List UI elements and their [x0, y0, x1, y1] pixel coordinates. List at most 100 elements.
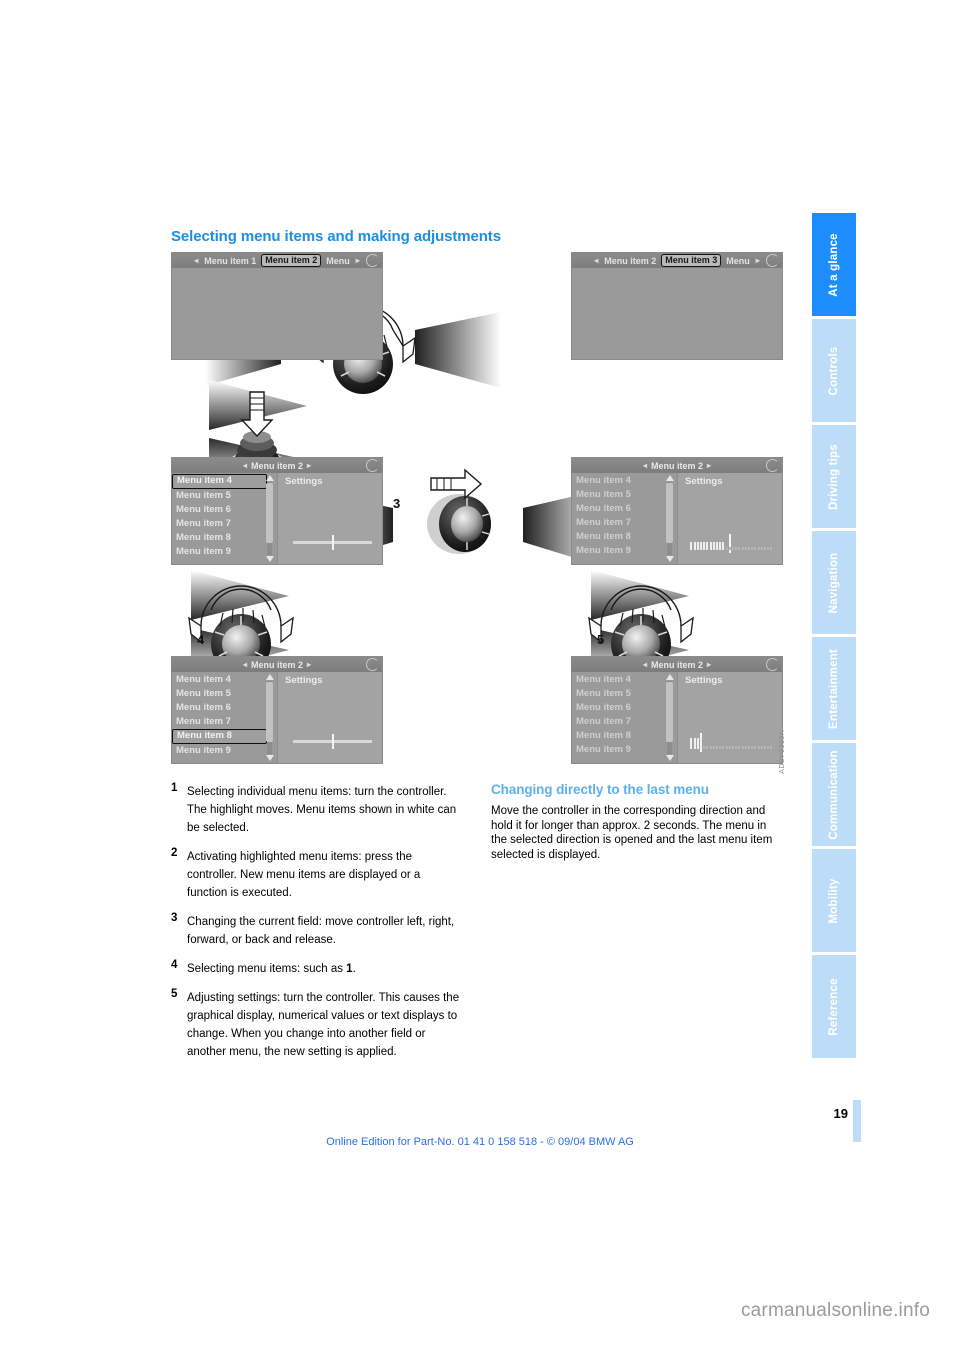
list-item[interactable]: Menu item 5 — [172, 489, 277, 503]
column-left: 1 Selecting individual menu items: turn … — [171, 782, 463, 1071]
sidebar-item-mobility[interactable]: Mobility — [812, 849, 856, 952]
next-icon[interactable]: ▸ — [703, 660, 715, 669]
sidebar-item-at-a-glance[interactable]: At a glance — [812, 213, 856, 316]
tab-prev-icon[interactable]: ◂ — [190, 256, 202, 265]
list-item[interactable]: Menu item 4 — [572, 474, 677, 488]
settings-slider[interactable] — [292, 734, 372, 749]
scroll-up-icon[interactable] — [266, 674, 274, 680]
scroll-down-icon[interactable] — [266, 556, 274, 562]
list-item[interactable]: Menu item 5 — [572, 687, 677, 701]
scroll-up-icon[interactable] — [666, 475, 674, 481]
tab-label-selected[interactable]: Menu item 2 — [261, 254, 322, 267]
tab-label-selected[interactable]: Menu item 3 — [661, 254, 722, 267]
scrollbar-thumb[interactable] — [666, 483, 673, 543]
step-text-after: . — [352, 963, 356, 975]
bar-graph-segment — [696, 738, 699, 749]
settings-slider[interactable] — [292, 535, 372, 550]
scroll-down-icon[interactable] — [666, 755, 674, 761]
scroll-down-icon[interactable] — [666, 556, 674, 562]
settings-pane-title: Settings — [685, 476, 723, 487]
list-item[interactable]: Menu item 7 — [172, 715, 277, 729]
bar-graph-segment — [732, 547, 735, 550]
list-item[interactable]: Menu item 6 — [172, 701, 277, 715]
bar-graph-segment — [712, 746, 715, 749]
bar-graph-segment — [700, 542, 703, 550]
bar-graph-segment — [757, 746, 760, 749]
tab-label[interactable]: Menu item 1 — [202, 256, 258, 266]
list-item[interactable]: Menu item 4 — [172, 474, 267, 489]
prev-icon[interactable]: ◂ — [239, 461, 251, 470]
refresh-icon — [766, 254, 779, 267]
refresh-icon — [766, 658, 779, 671]
screen-content — [172, 268, 382, 359]
list-item[interactable]: Menu item 9 — [172, 545, 277, 559]
list-item[interactable]: Menu item 9 — [172, 744, 277, 758]
next-icon[interactable]: ▸ — [703, 461, 715, 470]
prev-icon[interactable]: ◂ — [239, 660, 251, 669]
list-item[interactable]: Menu item 6 — [172, 503, 277, 517]
settings-bar-graph[interactable] — [690, 733, 773, 752]
prev-icon[interactable]: ◂ — [639, 461, 651, 470]
list-item[interactable]: Menu item 7 — [572, 516, 677, 530]
next-icon[interactable]: ▸ — [303, 660, 315, 669]
scrollbar[interactable] — [265, 475, 274, 562]
list-item[interactable]: Menu item 8 — [572, 729, 677, 743]
scroll-down-icon[interactable] — [266, 755, 274, 761]
screen-top-right[interactable]: ◂ Menu item 2 Menu item 3 Menu ▸ — [571, 252, 783, 360]
bar-graph-segment — [741, 547, 744, 550]
list-item[interactable]: Menu item 4 — [172, 673, 277, 687]
list-item[interactable]: Menu item 7 — [172, 517, 277, 531]
screen-mid-right[interactable]: ◂ Menu item 2 ▸ Menu item 4 Menu item 5 … — [571, 457, 783, 565]
bar-graph-segment — [764, 746, 767, 749]
tab-label[interactable]: Menu item 2 — [602, 256, 658, 266]
list-item[interactable]: Menu item 7 — [572, 715, 677, 729]
screen-bot-right[interactable]: ◂ Menu item 2 ▸ Menu item 4 Menu item 5 … — [571, 656, 783, 764]
scrollbar[interactable] — [665, 674, 674, 761]
scrollbar[interactable] — [265, 674, 274, 761]
refresh-icon — [366, 658, 379, 671]
screen-top-left[interactable]: ◂ Menu item 1 Menu item 2 Menu ▸ — [171, 252, 383, 360]
tab-label[interactable]: Menu — [724, 256, 752, 266]
list-item[interactable]: Menu item 8 — [172, 729, 267, 744]
scrollbar-thumb[interactable] — [266, 483, 273, 543]
chapter-tab-rail: At a glance Controls Driving tips Naviga… — [812, 213, 856, 1148]
screen-mid-left[interactable]: ◂ Menu item 2 ▸ Menu item 4 Menu item 5 … — [171, 457, 383, 565]
slider-knob[interactable] — [332, 734, 335, 749]
bar-graph-segment — [735, 746, 738, 749]
list-item[interactable]: Menu item 6 — [572, 701, 677, 715]
screen-bot-left[interactable]: ◂ Menu item 2 ▸ Menu item 4 Menu item 5 … — [171, 656, 383, 764]
list-item[interactable]: Menu item 8 — [172, 531, 277, 545]
bar-graph-segment — [744, 746, 747, 749]
scrollbar-thumb[interactable] — [266, 682, 273, 742]
callout-number-5: 5 — [597, 632, 605, 647]
sidebar-item-driving-tips[interactable]: Driving tips — [812, 425, 856, 528]
sidebar-item-reference[interactable]: Reference — [812, 955, 856, 1058]
sidebar-item-navigation[interactable]: Navigation — [812, 531, 856, 634]
tab-prev-icon[interactable]: ◂ — [590, 256, 602, 265]
sidebar-item-controls[interactable]: Controls — [812, 319, 856, 422]
scrollbar-thumb[interactable] — [666, 682, 673, 742]
screen-title-label: Menu item 2 — [650, 460, 703, 471]
list-item[interactable]: Menu item 6 — [572, 502, 677, 516]
scroll-up-icon[interactable] — [266, 475, 274, 481]
tab-label[interactable]: Menu — [324, 256, 352, 266]
settings-bar-graph[interactable] — [690, 534, 773, 553]
bar-graph-segment — [722, 746, 725, 749]
list-item[interactable]: Menu item 9 — [572, 544, 677, 558]
list-item[interactable]: Menu item 9 — [572, 743, 677, 757]
tab-next-icon[interactable]: ▸ — [352, 256, 364, 265]
slider-knob[interactable] — [332, 535, 335, 550]
next-icon[interactable]: ▸ — [303, 461, 315, 470]
list-item[interactable]: Menu item 4 — [572, 673, 677, 687]
scroll-up-icon[interactable] — [666, 674, 674, 680]
sidebar-item-entertainment[interactable]: Entertainment — [812, 637, 856, 740]
tab-next-icon[interactable]: ▸ — [752, 256, 764, 265]
sidebar-item-communication[interactable]: Communication — [812, 743, 856, 846]
scrollbar[interactable] — [665, 475, 674, 562]
list-item[interactable]: Menu item 5 — [572, 488, 677, 502]
list-item[interactable]: Menu item 8 — [572, 530, 677, 544]
prev-icon[interactable]: ◂ — [639, 660, 651, 669]
sidebar-item-label: Reference — [828, 977, 840, 1036]
bar-graph-segment — [696, 542, 699, 550]
list-item[interactable]: Menu item 5 — [172, 687, 277, 701]
